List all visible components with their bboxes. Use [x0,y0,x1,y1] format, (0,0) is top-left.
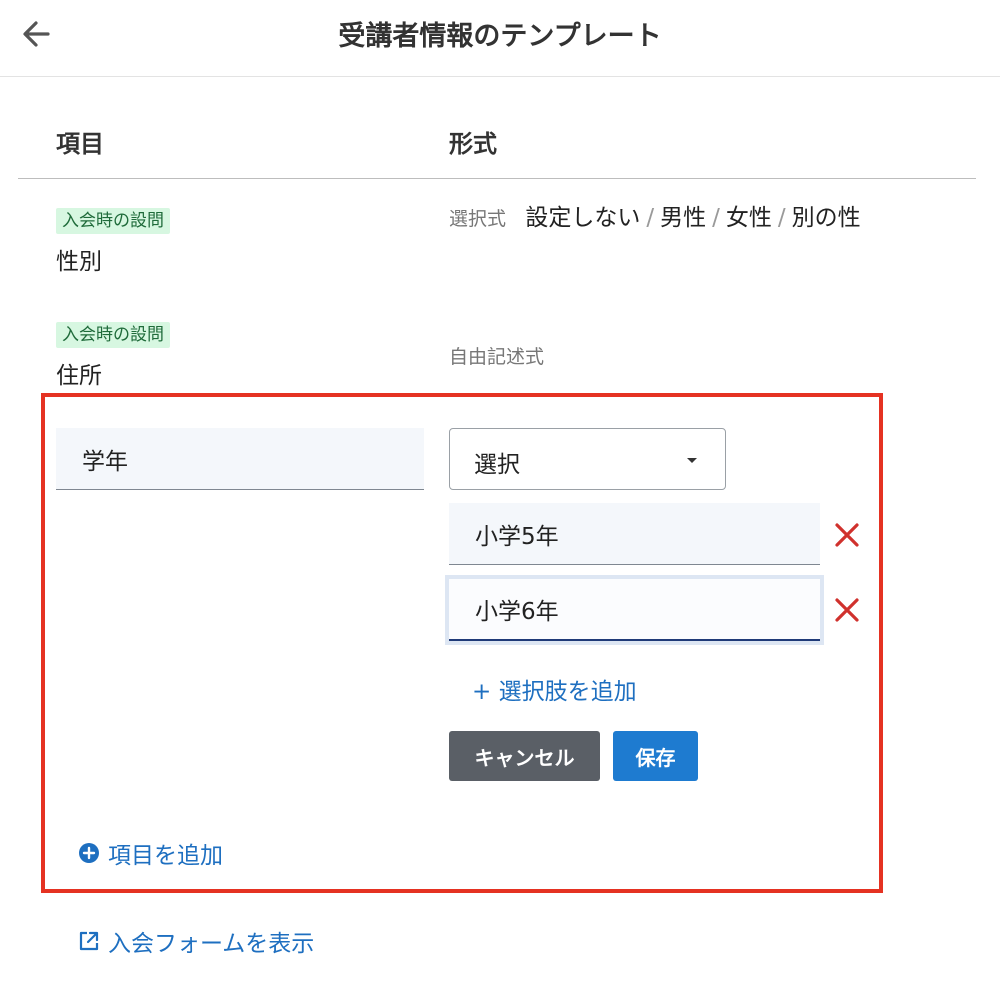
format-options: 選択式 設定しない / 男性 / 女性 / 別の性 [449,205,861,231]
format-label: 選択式 [449,208,507,230]
table-row: 入会時の設問 [56,320,170,348]
option-text: 女性 [725,205,772,231]
question-badge: 入会時の設問 [56,322,170,348]
choice-input[interactable] [449,579,820,641]
format-select[interactable]: 選択 [449,428,726,490]
plus-circle-icon [79,843,99,863]
external-link-icon [79,931,99,951]
table-row: 入会時の設問 [56,206,170,234]
option-text: 男性 [660,205,707,231]
view-form-link[interactable]: 入会フォームを表示 [78,924,314,958]
option-text: 設定しない [525,205,641,231]
remove-choice-button[interactable] [830,593,864,627]
add-item-label: 項目を追加 [108,843,223,869]
option-text: 別の性 [791,205,861,231]
close-icon [835,523,859,547]
item-name: 住所 [56,363,102,389]
item-name: 性別 [56,249,102,275]
item-name-input[interactable] [56,428,424,490]
view-form-label: 入会フォームを表示 [108,931,315,957]
cancel-button[interactable]: キャンセル [449,731,600,781]
choice-input[interactable] [449,503,820,565]
column-header-item: 項目 [56,130,104,158]
page-title: 受講者情報のテンプレート [338,21,662,52]
save-button[interactable]: 保存 [613,731,698,781]
header-divider [18,178,976,179]
close-icon [835,598,859,622]
question-badge: 入会時の設問 [56,208,170,234]
add-choice-link[interactable]: + 選択肢を追加 [472,672,637,706]
column-header-format: 形式 [449,130,497,158]
caret-down-icon [687,458,697,463]
remove-choice-button[interactable] [830,518,864,552]
format-select-value: 選択 [474,452,520,478]
add-item-button[interactable]: 項目を追加 [78,836,223,870]
format-label: 自由記述式 [449,346,545,368]
